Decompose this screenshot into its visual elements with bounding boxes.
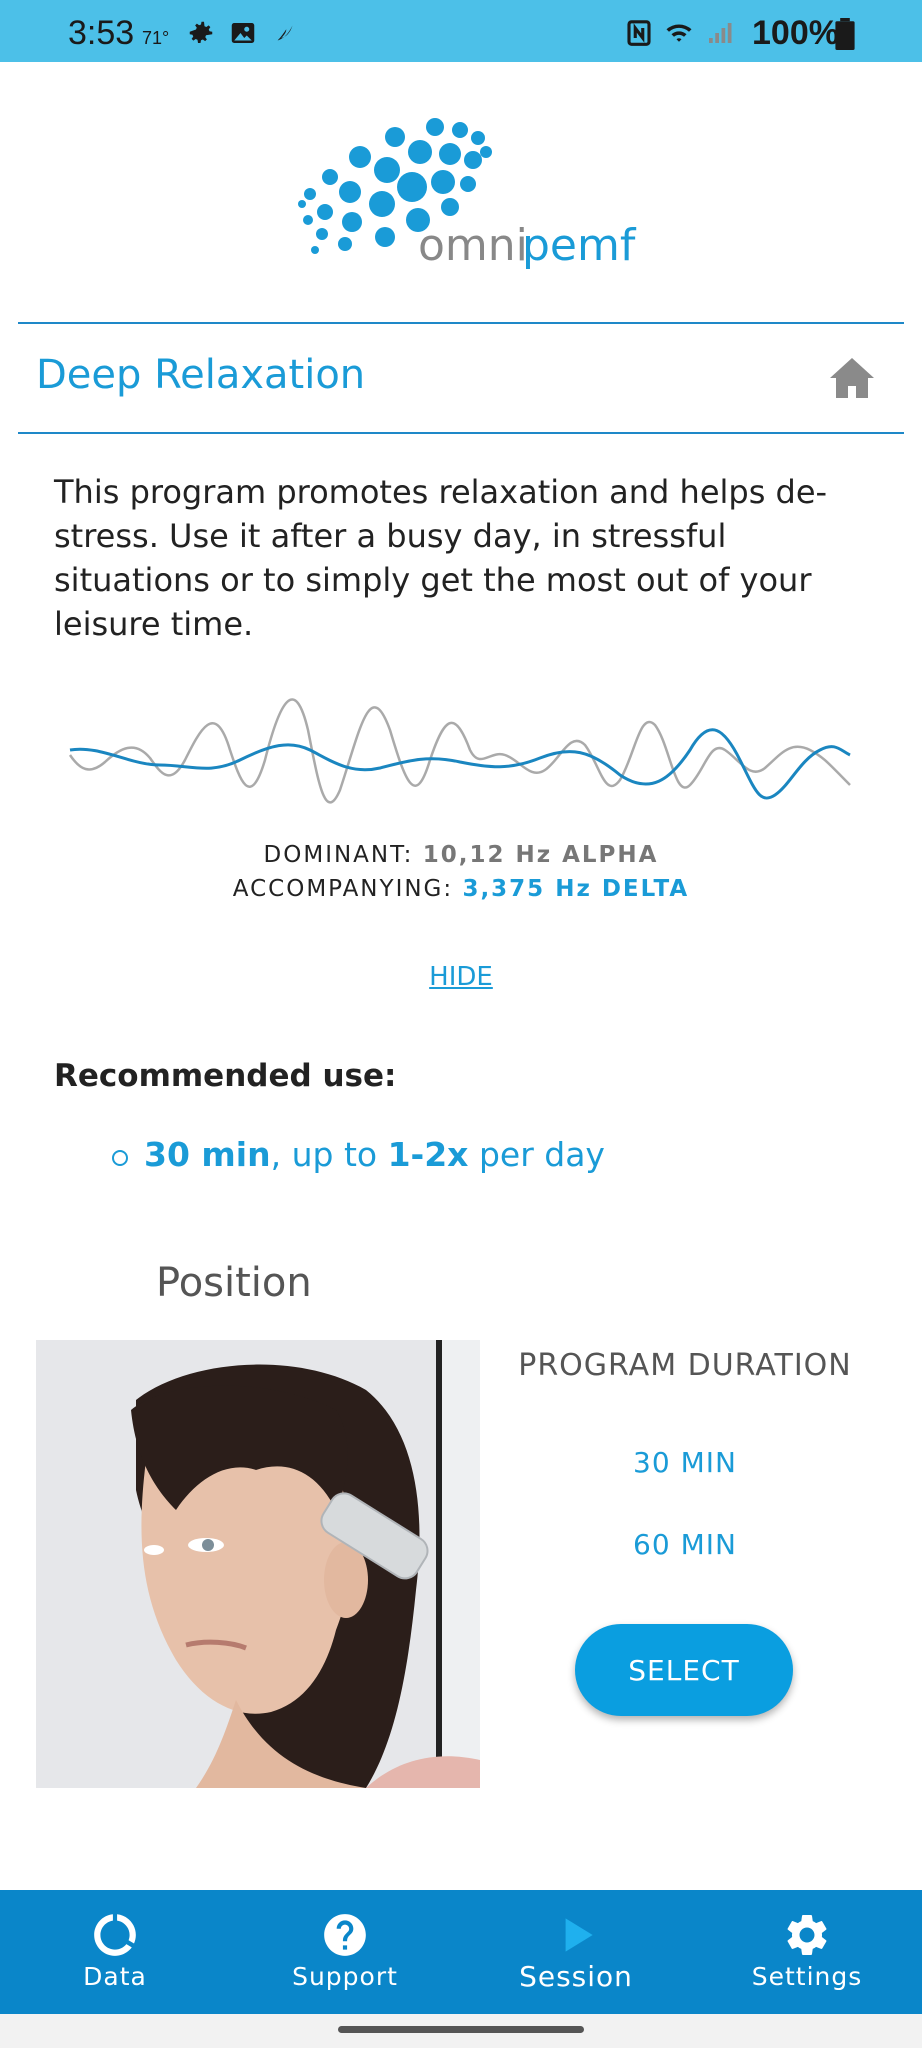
svg-text:pemf: pemf <box>522 220 637 271</box>
help-icon <box>324 1914 366 1956</box>
nav-session-label: Session <box>519 1960 633 1993</box>
svg-text:omni: omni <box>418 220 528 271</box>
accompanying-label: ACCOMPANYING: <box>232 876 454 902</box>
wifi-icon <box>666 24 692 42</box>
dominant-label: DOMINANT: <box>263 842 414 868</box>
omnipemf-logo: omni pemf <box>290 112 660 282</box>
status-bar: 3:53 71° 100% <box>0 0 922 62</box>
settings-gear-icon <box>189 21 213 43</box>
program-duration-label: PROGRAM DURATION <box>518 1348 852 1383</box>
gear-icon <box>787 1915 827 1955</box>
battery-icon <box>835 18 855 50</box>
dominant-frequency: DOMINANT: 10,12 Hz ALPHA <box>0 842 922 868</box>
circle-progress-icon <box>94 1914 136 1956</box>
nav-support[interactable]: Support <box>230 1890 460 2014</box>
position-label: Position <box>156 1260 312 1306</box>
nav-settings-label: Settings <box>751 1962 863 1991</box>
home-icon[interactable] <box>828 356 876 400</box>
nav-support-label: Support <box>292 1962 398 1991</box>
swoosh-icon <box>277 25 293 41</box>
accompanying-value: 3,375 Hz DELTA <box>462 876 690 902</box>
page-title: Deep Relaxation <box>36 352 366 398</box>
signal-icon <box>709 23 732 43</box>
recommended-title: Recommended use: <box>54 1058 397 1094</box>
recommended-item: 30 min, up to 1-2x per day <box>144 1135 605 1174</box>
hide-link[interactable]: HIDE <box>0 962 922 992</box>
play-icon <box>565 1918 593 1952</box>
status-temperature: 71° <box>142 28 170 48</box>
program-description: This program promotes relaxation and hel… <box>54 473 828 643</box>
position-photo <box>36 1340 480 1788</box>
status-time: 3:53 <box>68 14 135 52</box>
logo-dots-icon: omni pemf <box>298 118 637 271</box>
nav-settings[interactable]: Settings <box>692 1890 922 2014</box>
bottom-navigation: Data Support Session Settings <box>0 1890 922 2014</box>
recommended-suffix: per day <box>468 1135 605 1174</box>
nfc-icon <box>627 20 651 46</box>
image-icon <box>231 23 255 43</box>
accompanying-frequency: ACCOMPANYING: 3,375 Hz DELTA <box>0 876 922 902</box>
header-divider-top <box>18 322 904 324</box>
recommended-frequency: 1-2x <box>387 1135 469 1174</box>
woman-with-device-image <box>36 1340 480 1788</box>
select-button[interactable]: SELECT <box>575 1624 793 1716</box>
nav-session[interactable]: Session <box>461 1890 691 2014</box>
frequency-wave-graphic <box>68 698 851 804</box>
dominant-value: 10,12 Hz ALPHA <box>422 842 659 868</box>
duration-option-30[interactable]: 30 MIN <box>500 1446 870 1479</box>
nav-data-label: Data <box>83 1962 147 1991</box>
header-divider-bottom <box>18 432 904 434</box>
status-battery: 100% <box>752 14 839 52</box>
home-gesture-handle[interactable] <box>338 2026 584 2033</box>
bullet-icon <box>112 1150 128 1166</box>
nav-data[interactable]: Data <box>0 1890 230 2014</box>
recommended-duration: 30 min <box>144 1135 271 1174</box>
duration-option-60[interactable]: 60 MIN <box>500 1528 870 1561</box>
recommended-middle: , up to <box>270 1135 388 1174</box>
